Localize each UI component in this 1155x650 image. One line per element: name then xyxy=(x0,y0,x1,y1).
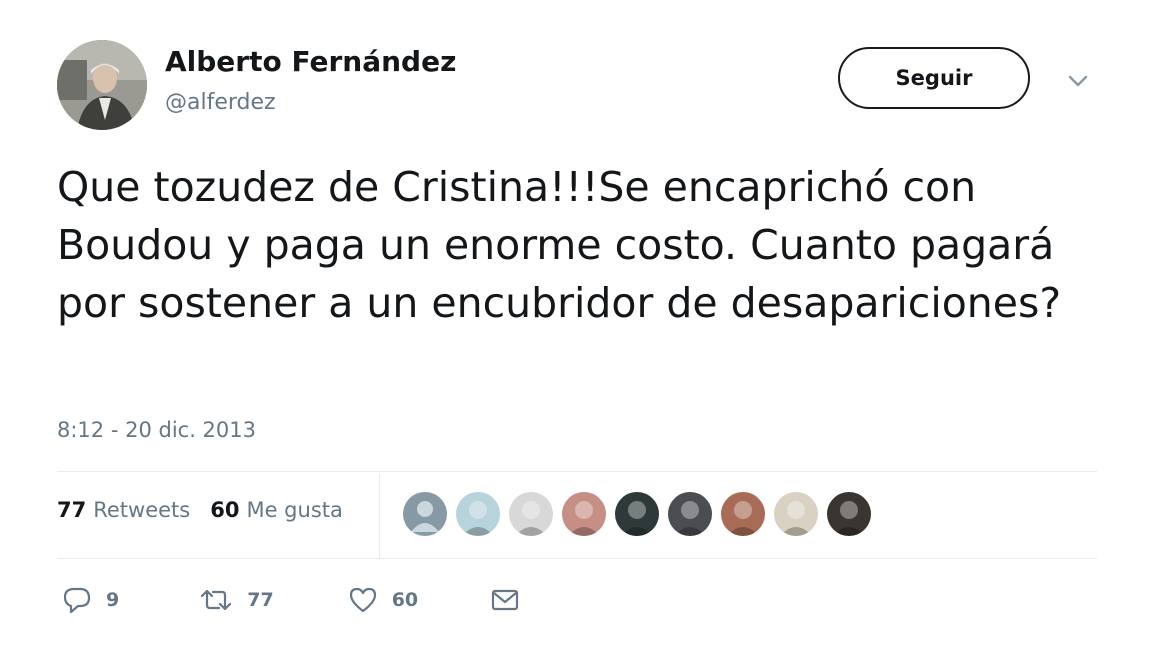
reply-icon xyxy=(63,587,91,614)
couple-photo-avatar[interactable] xyxy=(721,492,765,536)
retweet-count: 77 xyxy=(247,589,274,611)
divider-top xyxy=(57,471,1097,472)
tweet-timestamp[interactable]: 8:12 - 20 dic. 2013 xyxy=(57,418,256,442)
stats-separator xyxy=(379,474,380,558)
direct-message-button[interactable] xyxy=(490,587,520,613)
retweets-count: 77 xyxy=(57,498,87,522)
author-name[interactable]: Alberto Fernández xyxy=(165,45,456,78)
tweet-stats: 77 Retweets 60 Me gusta xyxy=(57,498,343,522)
sunglasses-avatar[interactable] xyxy=(615,492,659,536)
cartoon-face-avatar[interactable] xyxy=(509,492,553,536)
retweets-label: Retweets xyxy=(93,498,191,522)
retweets-stat[interactable]: 77 Retweets xyxy=(57,498,190,522)
reply-button[interactable]: 9 xyxy=(62,586,119,614)
chevron-down-icon[interactable] xyxy=(1066,72,1090,90)
like-count: 60 xyxy=(391,589,419,611)
heart-icon xyxy=(349,587,376,613)
likes-count: 60 xyxy=(210,498,240,522)
default-profile-avatar[interactable] xyxy=(403,492,447,536)
tweet-text: Que tozudez de Cristina!!!Se encaprichó … xyxy=(57,163,1062,327)
action-bar: 9 77 60 xyxy=(62,586,520,614)
author-photo-icon xyxy=(57,40,147,130)
building-avatar[interactable] xyxy=(668,492,712,536)
divider-bottom xyxy=(57,558,1097,559)
follow-button[interactable]: Seguir xyxy=(838,47,1030,109)
retweet-button[interactable]: 77 xyxy=(199,587,274,613)
author-avatar[interactable] xyxy=(57,40,147,130)
envelope-icon xyxy=(492,589,519,611)
retweet-icon xyxy=(201,589,232,611)
statue-avatar[interactable] xyxy=(774,492,818,536)
author-handle[interactable]: @alferdez xyxy=(165,90,276,115)
sticker-avatar[interactable] xyxy=(456,492,500,536)
likes-stat[interactable]: 60 Me gusta xyxy=(210,498,343,522)
like-button[interactable]: 60 xyxy=(348,586,418,614)
woman-photo-avatar[interactable] xyxy=(562,492,606,536)
likes-label: Me gusta xyxy=(246,498,343,522)
reply-count: 9 xyxy=(106,589,120,611)
liker-avatars xyxy=(403,492,880,538)
man-photo-avatar[interactable] xyxy=(827,492,871,536)
